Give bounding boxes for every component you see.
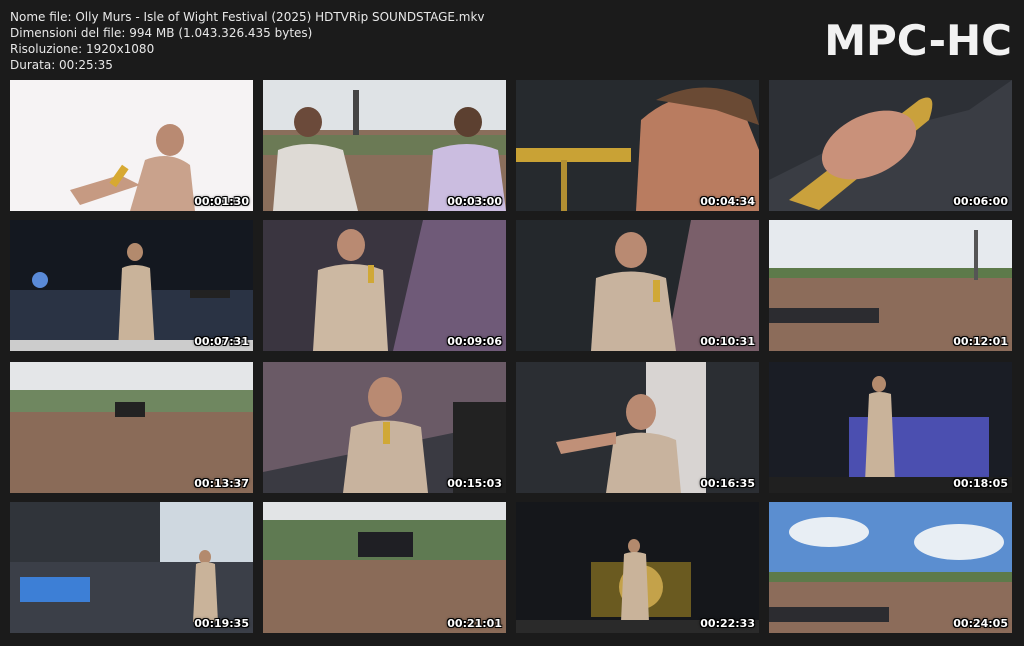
- timestamp: 00:21:01: [447, 617, 502, 630]
- file-info: Nome file: Olly Murs - Isle of Wight Fes…: [10, 9, 485, 73]
- thumbnail[interactable]: 00:21:01: [263, 502, 506, 633]
- thumbnail[interactable]: 00:04:34: [516, 80, 759, 211]
- thumbnail[interactable]: 00:10:31: [516, 220, 759, 351]
- thumbnail[interactable]: 00:24:05: [769, 502, 1012, 633]
- timestamp: 00:24:05: [953, 617, 1008, 630]
- timestamp: 00:22:33: [700, 617, 755, 630]
- thumbnail[interactable]: 00:03:00: [263, 80, 506, 211]
- timestamp: 00:07:31: [194, 335, 249, 348]
- timestamp: 00:13:37: [194, 477, 249, 490]
- timestamp: 00:01:30: [194, 195, 249, 208]
- thumbnail[interactable]: 00:22:33: [516, 502, 759, 633]
- thumbnail[interactable]: 00:07:31: [10, 220, 253, 351]
- timestamp: 00:16:35: [700, 477, 755, 490]
- timestamp: 00:06:00: [953, 195, 1008, 208]
- timestamp: 00:15:03: [447, 477, 502, 490]
- duration: Durata: 00:25:35: [10, 58, 113, 72]
- file-size: Dimensioni del file: 994 MB (1.043.326.4…: [10, 26, 313, 40]
- thumbnail[interactable]: 00:16:35: [516, 362, 759, 493]
- thumbnail[interactable]: 00:19:35: [10, 502, 253, 633]
- mpc-hc-logo: MPC-HC: [824, 16, 1012, 65]
- thumbnail-grid: 00:01:30 00:03:00 00:04:34 00:06:00 00:0…: [10, 80, 1014, 633]
- timestamp: 00:12:01: [953, 335, 1008, 348]
- thumbnail[interactable]: 00:15:03: [263, 362, 506, 493]
- timestamp: 00:04:34: [700, 195, 755, 208]
- timestamp: 00:19:35: [194, 617, 249, 630]
- timestamp: 00:18:05: [953, 477, 1008, 490]
- file-name: Nome file: Olly Murs - Isle of Wight Fes…: [10, 10, 485, 24]
- thumbnail[interactable]: 00:01:30: [10, 80, 253, 211]
- thumbnail[interactable]: 00:09:06: [263, 220, 506, 351]
- timestamp: 00:03:00: [447, 195, 502, 208]
- thumbnail[interactable]: 00:06:00: [769, 80, 1012, 211]
- thumbnail[interactable]: 00:18:05: [769, 362, 1012, 493]
- thumbnail[interactable]: 00:12:01: [769, 220, 1012, 351]
- resolution: Risoluzione: 1920x1080: [10, 42, 155, 56]
- timestamp: 00:10:31: [700, 335, 755, 348]
- thumbnail[interactable]: 00:13:37: [10, 362, 253, 493]
- timestamp: 00:09:06: [447, 335, 502, 348]
